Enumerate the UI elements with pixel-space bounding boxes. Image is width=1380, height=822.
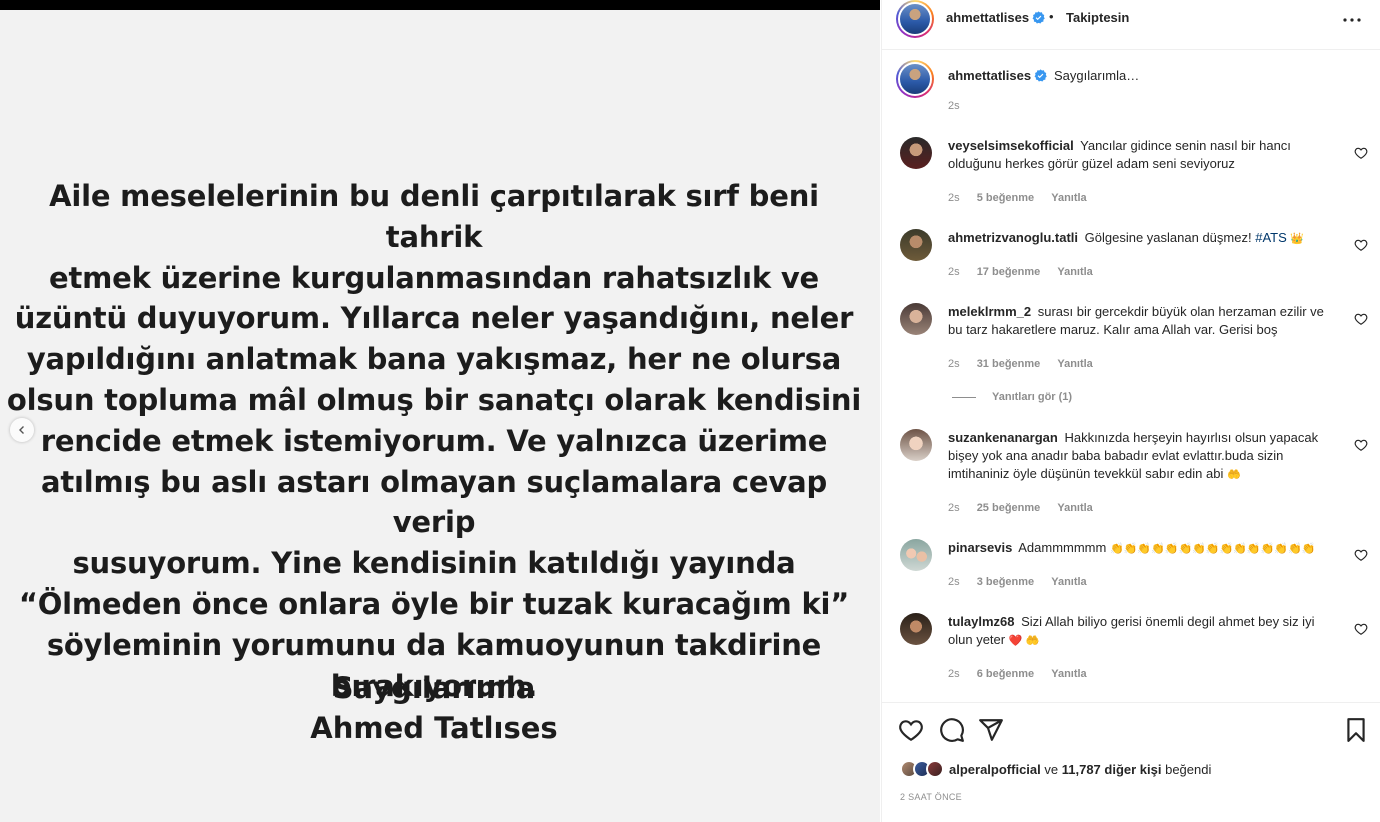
avatar[interactable] — [900, 137, 932, 169]
comment-time: 2s — [948, 358, 960, 370]
liked-by-and: ve — [1044, 761, 1059, 777]
heart-icon[interactable] — [1354, 312, 1368, 326]
post-text-line: “Ölmeden önce onlara öyle bir tuzak kura… — [18, 586, 850, 621]
post-sidebar: ahmettatlises • Takiptesin ahmettatlises… — [881, 0, 1380, 822]
more-options-button[interactable] — [1340, 10, 1364, 30]
post-timestamp[interactable]: 2 SAAT ÖNCE — [900, 792, 962, 802]
following-button[interactable]: Takiptesin — [1066, 10, 1129, 25]
heart-icon[interactable] — [1354, 622, 1368, 636]
comment-time: 2s — [948, 502, 960, 514]
comment-username[interactable]: ahmetrizvanoglu.tatli — [948, 230, 1078, 245]
comment-time: 2s — [948, 576, 960, 588]
reply-button[interactable]: Yanıtla — [1051, 576, 1086, 588]
avatar[interactable] — [896, 60, 934, 98]
liked-by-suffix: beğendi — [1165, 761, 1212, 777]
caption-username[interactable]: ahmettatlises — [948, 68, 1031, 83]
verified-badge-icon — [1034, 69, 1047, 82]
comment-emoji: 🤲 — [1226, 469, 1241, 481]
comment-likes[interactable]: 6 beğenme — [977, 668, 1034, 680]
reply-divider — [952, 396, 976, 398]
post-text-line: söyleminin yorumunu da kamuoyunun takdir… — [46, 627, 822, 662]
heart-icon[interactable] — [898, 717, 924, 743]
signature-line: Ahmed Tatlıses — [310, 711, 558, 745]
bookmark-icon[interactable] — [1343, 717, 1369, 743]
reply-button[interactable]: Yanıtla — [1051, 192, 1086, 204]
post-text-line: susuyorum. Yine kendisinin katıldığı yay… — [72, 546, 796, 581]
caption-time: 2s — [948, 100, 960, 112]
verified-badge-icon — [1032, 11, 1045, 24]
caption-text: Saygılarımla… — [1054, 68, 1140, 83]
comment-time: 2s — [948, 668, 960, 680]
heart-icon[interactable] — [1354, 238, 1368, 252]
post-text-line: Aile meselelerinin bu denli çarpıtılarak… — [49, 179, 819, 254]
post-image-text: Aile meselelerinin bu denli çarpıtılarak… — [0, 176, 868, 706]
heart-icon[interactable] — [1354, 548, 1368, 562]
avatar[interactable] — [900, 613, 932, 645]
reply-button[interactable]: Yanıtla — [1057, 502, 1092, 514]
avatar[interactable] — [900, 303, 932, 335]
comment-icon[interactable] — [939, 717, 965, 743]
reply-button[interactable]: Yanıtla — [1057, 358, 1092, 370]
post-text-line: etmek üzerine kurgulanmasından rahatsızl… — [48, 260, 819, 295]
comment-username[interactable]: meleklrmm_2 — [948, 304, 1031, 319]
post-text-line: olsun topluma mâl olmuş bir sanatçı olar… — [6, 382, 862, 417]
signature-line: Saygılarımla — [332, 671, 536, 705]
share-icon[interactable] — [978, 717, 1004, 743]
comment-emoji: 👑 — [1290, 233, 1305, 245]
comment-likes[interactable]: 31 beğenme — [977, 358, 1041, 370]
comment-time: 2s — [948, 266, 960, 278]
avatar[interactable] — [900, 229, 932, 261]
hashtag-link[interactable]: #ATS — [1255, 230, 1287, 245]
heart-icon[interactable] — [1354, 146, 1368, 160]
comment-emoji: ❤️ 🤲 — [1008, 635, 1040, 647]
prev-slide-button[interactable] — [10, 418, 34, 442]
comment-time: 2s — [948, 192, 960, 204]
post-actions: alperalpofficial ve 11,787 diğer kişi be… — [882, 702, 1380, 822]
comment-emoji: 👏👏👏👏👏👏👏👏👏👏👏👏👏👏👏 — [1109, 543, 1316, 555]
post-text-line: üzüntü duyuyorum. Yıllarca neler yaşandı… — [14, 301, 854, 336]
comment-username[interactable]: pinarsevis — [948, 540, 1012, 555]
comment-username[interactable]: veyselsimsekofficial — [948, 138, 1074, 153]
avatar — [926, 760, 944, 778]
header-username[interactable]: ahmettatlises — [946, 10, 1029, 25]
comment-likes[interactable]: 25 beğenme — [977, 502, 1041, 514]
comment-likes[interactable]: 5 beğenme — [977, 192, 1034, 204]
liked-by-username[interactable]: alperalpofficial — [949, 762, 1041, 777]
comment-text: Adammmmmm — [1018, 540, 1107, 555]
comment-likes[interactable]: 3 beğenme — [977, 576, 1034, 588]
post-text-line: atılmış bu aslı astarı olmayan suçlamala… — [40, 464, 828, 540]
separator-dot: • — [1049, 9, 1054, 24]
post-media: Aile meselelerinin bu denli çarpıtılarak… — [0, 0, 880, 822]
chevron-left-icon — [19, 426, 24, 434]
reply-button[interactable]: Yanıtla — [1057, 266, 1092, 278]
reply-button[interactable]: Yanıtla — [1051, 668, 1086, 680]
post-text-line: rencide etmek istemiyorum. Ve yalnızca ü… — [40, 423, 828, 458]
comment-username[interactable]: suzankenanargan — [948, 430, 1058, 445]
view-replies-label: Yanıtları gör (1) — [992, 391, 1073, 403]
likes-summary: alperalpofficial ve 11,787 diğer kişi be… — [900, 760, 1211, 778]
comment-text: Gölgesine yaslanan düşmez! — [1084, 230, 1252, 245]
post-text-line: yapıldığını anlatmak bana yakışmaz, her … — [26, 342, 842, 377]
more-horizontal-icon — [1343, 18, 1361, 22]
comment-username[interactable]: tulaylmz68 — [948, 614, 1014, 629]
avatar[interactable] — [900, 429, 932, 461]
post-signature: Saygılarımla Ahmed Tatlıses — [0, 668, 868, 748]
liked-by-others[interactable]: 11,787 diğer kişi — [1062, 762, 1162, 777]
avatar[interactable] — [896, 0, 934, 38]
post-header: ahmettatlises • Takiptesin — [882, 0, 1380, 50]
comment-likes[interactable]: 17 beğenme — [977, 266, 1041, 278]
heart-icon[interactable] — [1354, 438, 1368, 452]
view-replies-button[interactable]: Yanıtları gör (1) — [952, 391, 1072, 403]
avatar[interactable] — [900, 539, 932, 571]
media-top-bar — [0, 0, 880, 10]
